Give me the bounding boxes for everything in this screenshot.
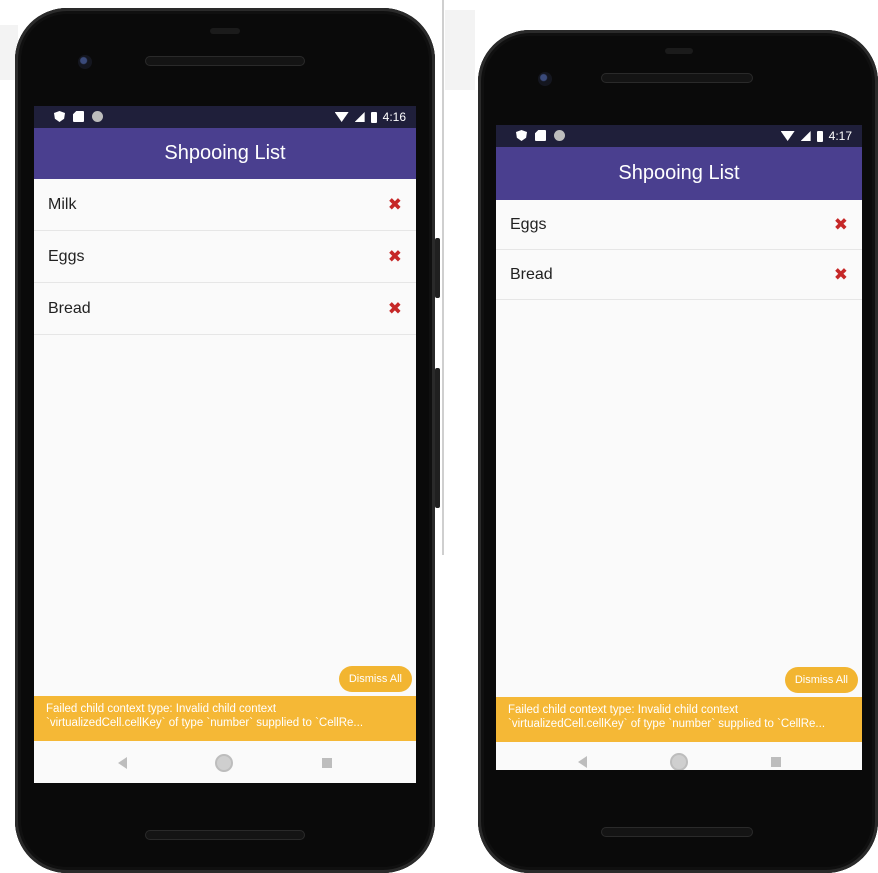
wifi-icon [334, 112, 349, 122]
bottom-speaker [145, 830, 305, 840]
background-panel-middle [445, 10, 475, 90]
list-item: Eggs ✖ [34, 231, 416, 283]
recents-icon[interactable] [321, 758, 332, 768]
warning-line-1: Failed child context type: Invalid child… [46, 703, 277, 715]
item-label: Eggs [510, 215, 547, 233]
navigation-bar [34, 743, 416, 783]
screen: 4:16 Shpooing List Milk ✖ Eggs ✖ Bread ✖… [34, 106, 416, 783]
phone-frame-right: 4:17 Shpooing List Eggs ✖ Bread ✖ Dismis… [478, 30, 878, 873]
navigation-bar [496, 742, 862, 770]
status-bar: 4:17 [496, 125, 862, 147]
dot-icon [554, 130, 565, 141]
page-title: Shpooing List [164, 142, 286, 164]
top-speaker [601, 73, 753, 83]
close-icon[interactable]: ✖ [388, 196, 402, 213]
shopping-list: Eggs ✖ Bread ✖ [496, 200, 862, 300]
close-icon[interactable]: ✖ [388, 248, 402, 265]
app-header: Shpooing List [496, 147, 862, 200]
dot-icon [92, 111, 103, 122]
close-icon[interactable]: ✖ [388, 300, 402, 317]
status-time: 4:17 [828, 129, 852, 143]
item-label: Eggs [48, 247, 85, 265]
item-label: Bread [510, 265, 553, 283]
top-speaker [145, 56, 305, 66]
home-icon[interactable] [215, 754, 234, 772]
bottom-speaker [601, 827, 753, 837]
item-label: Bread [48, 299, 91, 317]
volume-button [435, 368, 440, 508]
sd-card-icon [535, 130, 546, 141]
list-item: Milk ✖ [34, 179, 416, 231]
warning-line-2: `virtualizedCell.cellKey` of type `numbe… [46, 717, 364, 729]
shield-icon [516, 130, 527, 141]
list-item: Bread ✖ [496, 250, 862, 300]
screen: 4:17 Shpooing List Eggs ✖ Bread ✖ Dismis… [496, 125, 862, 770]
sd-card-icon [73, 111, 84, 122]
recents-icon[interactable] [770, 757, 781, 767]
home-icon[interactable] [669, 753, 688, 770]
warning-box[interactable]: Failed child context type: Invalid child… [34, 696, 416, 741]
phone-frame-left: 4:16 Shpooing List Milk ✖ Eggs ✖ Bread ✖… [15, 8, 440, 873]
front-camera [78, 55, 92, 69]
top-slot [665, 48, 693, 54]
dismiss-all-button[interactable]: Dismiss All [338, 666, 412, 692]
warning-line-2: `virtualizedCell.cellKey` of type `numbe… [508, 718, 826, 730]
back-icon[interactable] [118, 757, 128, 769]
app-header: Shpooing List [34, 128, 416, 179]
wifi-icon [780, 131, 795, 141]
list-item: Bread ✖ [34, 283, 416, 335]
list-item: Eggs ✖ [496, 200, 862, 250]
top-slot [210, 28, 240, 34]
status-time: 4:16 [382, 110, 406, 124]
shield-icon [54, 111, 65, 122]
close-icon[interactable]: ✖ [834, 266, 848, 283]
front-camera [538, 72, 552, 86]
power-button [435, 238, 440, 298]
close-icon[interactable]: ✖ [834, 216, 848, 233]
shopping-list: Milk ✖ Eggs ✖ Bread ✖ [34, 179, 416, 335]
status-bar: 4:16 [34, 106, 416, 128]
dismiss-all-button[interactable]: Dismiss All [784, 667, 858, 693]
battery-icon [370, 111, 377, 123]
item-label: Milk [48, 195, 77, 213]
warning-box[interactable]: Failed child context type: Invalid child… [496, 697, 862, 742]
page-title: Shpooing List [618, 162, 740, 184]
warning-line-1: Failed child context type: Invalid child… [508, 704, 739, 716]
signal-icon [354, 112, 365, 122]
background-divider [442, 0, 444, 555]
battery-icon [816, 130, 823, 142]
signal-icon [800, 131, 811, 141]
back-icon[interactable] [577, 756, 587, 768]
